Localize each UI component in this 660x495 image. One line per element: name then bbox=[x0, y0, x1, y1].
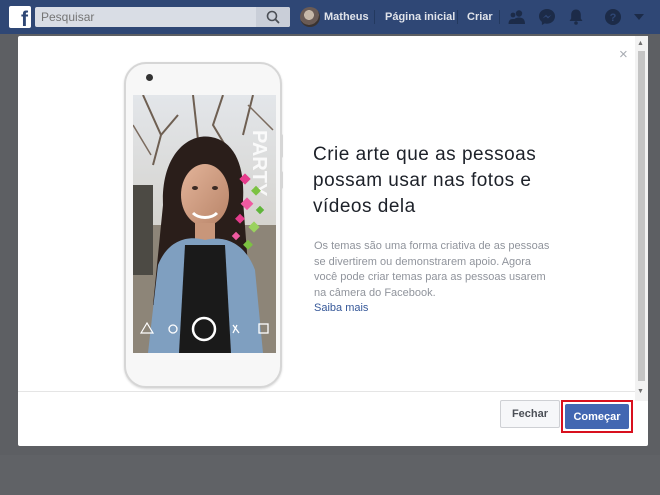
friends-icon[interactable] bbox=[508, 8, 526, 26]
search-bar bbox=[35, 7, 290, 27]
learn-more-link[interactable]: Saiba mais bbox=[314, 301, 554, 317]
nav-divider bbox=[457, 10, 458, 24]
scroll-down-arrow-icon[interactable]: ▼ bbox=[637, 388, 644, 395]
start-button[interactable]: Começar bbox=[565, 404, 629, 429]
camera-preview-image: PARTY bbox=[133, 95, 276, 353]
profile-name-link[interactable]: Matheus bbox=[324, 11, 369, 23]
close-button[interactable]: Fechar bbox=[500, 400, 560, 428]
nav-divider bbox=[374, 10, 375, 24]
theme-creation-dialog: × PARTY Crie arte que as pessoas possam … bbox=[18, 36, 648, 446]
highlight-box: Começar bbox=[561, 400, 633, 433]
home-link[interactable]: Página inicial bbox=[385, 11, 455, 23]
phone-side-button bbox=[280, 171, 283, 189]
dialog-description-block: Os temas são uma forma criativa de as pe… bbox=[314, 239, 554, 317]
svg-text:?: ? bbox=[610, 12, 617, 24]
phone-side-button bbox=[280, 134, 283, 158]
notifications-icon[interactable] bbox=[567, 8, 585, 26]
top-navigation-bar: f Matheus Página inicial Criar ? bbox=[0, 0, 660, 34]
dialog-scrollbar[interactable]: ▲ ▼ bbox=[635, 36, 648, 401]
profile-avatar[interactable] bbox=[300, 7, 320, 27]
facebook-logo-icon[interactable]: f bbox=[9, 6, 31, 31]
scrollbar-thumb[interactable] bbox=[638, 51, 645, 381]
close-icon[interactable]: × bbox=[619, 47, 628, 62]
search-input[interactable] bbox=[39, 7, 258, 27]
footer-divider bbox=[18, 391, 635, 392]
nav-divider bbox=[499, 10, 500, 24]
create-link[interactable]: Criar bbox=[467, 11, 493, 23]
background-feed bbox=[0, 455, 660, 495]
help-icon[interactable]: ? bbox=[604, 8, 622, 26]
phone-camera-dot bbox=[146, 74, 153, 81]
dialog-heading: Crie arte que as pessoas possam usar nas… bbox=[313, 144, 537, 217]
svg-text:PARTY: PARTY bbox=[248, 130, 270, 197]
dialog-description: Os temas são uma forma criativa de as pe… bbox=[314, 240, 550, 299]
messenger-icon[interactable] bbox=[538, 8, 556, 26]
search-icon bbox=[266, 10, 280, 24]
dropdown-arrow-icon[interactable] bbox=[634, 13, 644, 21]
search-button[interactable] bbox=[256, 7, 290, 27]
scroll-up-arrow-icon[interactable]: ▲ bbox=[637, 40, 644, 47]
